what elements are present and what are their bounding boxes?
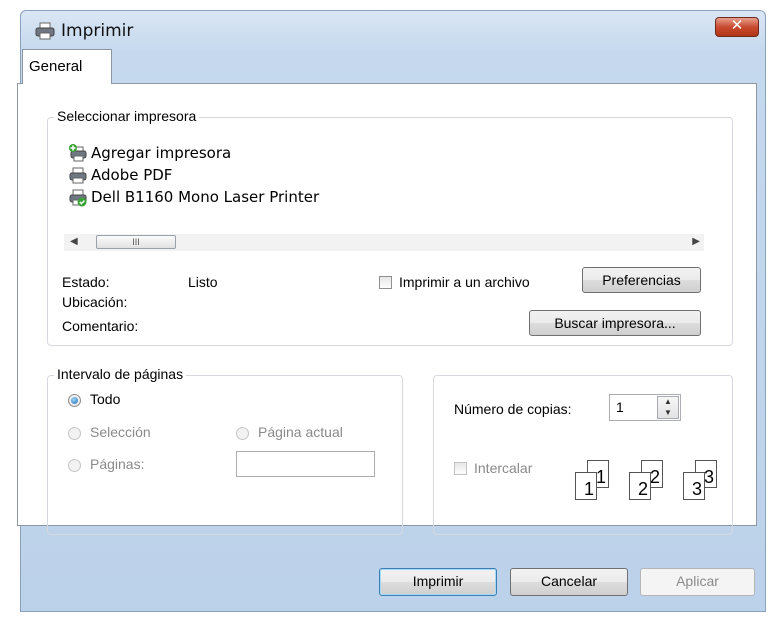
copies-label: Número de copias: (454, 401, 572, 417)
scrollbar-thumb[interactable]: III (96, 235, 176, 249)
print-to-file-label[interactable]: Imprimir a un archivo (399, 274, 530, 290)
default-printer-icon (69, 189, 87, 207)
apply-button[interactable]: Aplicar (640, 568, 755, 596)
tab-general[interactable]: General (22, 49, 112, 84)
page-range-all-label[interactable]: Todo (90, 391, 120, 407)
collate-page-front: 3 (683, 472, 705, 500)
page-range-group-label: Intervalo de páginas (54, 366, 187, 382)
select-printer-group: Seleccionar impresora Agregar impresora … (47, 108, 733, 346)
scroll-right-icon[interactable]: ▶ (692, 236, 700, 247)
page-range-all-radio[interactable] (68, 394, 81, 407)
page-range-selection-radio[interactable] (68, 427, 81, 440)
page-range-current-page-radio[interactable] (236, 427, 249, 440)
cancel-button-label: Cancelar (540, 573, 598, 589)
window-title: Imprimir (61, 21, 134, 41)
close-icon: ✕ (730, 16, 744, 34)
find-printer-button[interactable]: Buscar impresora... (529, 310, 701, 336)
close-button[interactable]: ✕ (715, 16, 759, 37)
status-value: Listo (188, 274, 218, 290)
printer-list-item[interactable]: Adobe PDF (68, 164, 172, 186)
pages-input[interactable] (236, 451, 375, 477)
print-to-file-checkbox[interactable] (379, 276, 392, 289)
copies-input[interactable]: 1 ▲ ▼ (609, 394, 681, 421)
location-label: Ubicación: (62, 294, 128, 310)
spinner-up-icon[interactable]: ▲ (658, 397, 678, 408)
print-button[interactable]: Imprimir (379, 568, 497, 596)
printer-list-scrollbar[interactable]: ◀ III ▶ (64, 234, 704, 251)
printer-name: Agregar impresora (91, 144, 232, 162)
general-tab-panel: Seleccionar impresora Agregar impresora … (17, 83, 757, 535)
find-printer-button-label: Buscar impresora... (554, 315, 676, 331)
cancel-button[interactable]: Cancelar (510, 568, 628, 596)
copies-input-value: 1 (616, 399, 624, 415)
printer-name: Adobe PDF (91, 166, 173, 184)
page-range-selection-label[interactable]: Selección (90, 424, 151, 440)
collate-label[interactable]: Intercalar (474, 460, 532, 476)
status-label: Estado: (62, 274, 110, 290)
scroll-left-icon[interactable]: ◀ (70, 236, 78, 247)
select-printer-group-label: Seleccionar impresora (54, 108, 200, 124)
printer-icon (69, 167, 87, 184)
collate-page-front: 2 (629, 472, 651, 500)
preferences-button-label: Preferencias (602, 272, 681, 288)
printer-icon (35, 22, 55, 40)
comment-label: Comentario: (62, 318, 139, 334)
collate-checkbox[interactable] (454, 462, 467, 475)
add-printer-icon (69, 144, 87, 162)
print-button-label: Imprimir (412, 573, 464, 589)
page-range-current-page-label[interactable]: Página actual (258, 424, 343, 440)
collate-page-front: 1 (575, 472, 597, 500)
title-bar[interactable]: Imprimir ✕ (21, 11, 765, 51)
printer-list-item[interactable]: Dell B1160 Mono Laser Printer (68, 186, 319, 208)
copies-group: Número de copias: 1 ▲ ▼ Intercalar 1 1 2… (433, 375, 733, 535)
printer-name: Dell B1160 Mono Laser Printer (91, 188, 320, 206)
apply-button-label: Aplicar (676, 573, 719, 589)
tab-general-label: General (29, 58, 83, 75)
preferences-button[interactable]: Preferencias (582, 267, 701, 293)
copies-spinner[interactable]: ▲ ▼ (657, 396, 679, 419)
page-range-group: Intervalo de páginas Todo Selección Pági… (47, 366, 403, 535)
page-range-pages-radio[interactable] (68, 459, 81, 472)
spinner-down-icon[interactable]: ▼ (658, 408, 678, 419)
page-range-pages-label[interactable]: Páginas: (90, 456, 144, 472)
printer-list-item[interactable]: Agregar impresora (68, 142, 231, 164)
